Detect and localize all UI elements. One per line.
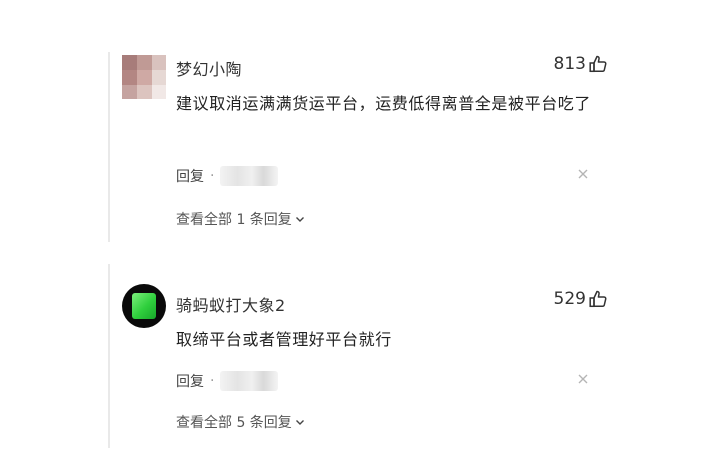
reply-row: 回复 · xyxy=(176,165,608,187)
comment-divider xyxy=(108,264,110,448)
like-count: 529 xyxy=(553,289,586,309)
comment-item: 骑蚂蚁打大象2 529 取缔平台或者管理好平台就行 回复 · 查看全部 5 条回… xyxy=(108,264,608,448)
view-replies-link[interactable]: 查看全部 1 条回复 xyxy=(176,209,306,229)
author-name[interactable]: 梦幻小陶 xyxy=(176,56,242,80)
comment-item: 梦幻小陶 813 建议取消运满满货运平台，运费低得离普全是被平台吃了 回复 · … xyxy=(108,52,608,242)
like-count: 813 xyxy=(553,54,586,74)
like-button[interactable]: 813 xyxy=(554,54,608,74)
comment-body: 取缔平台或者管理好平台就行 xyxy=(176,330,392,349)
view-replies-label: 查看全部 1 条回复 xyxy=(176,212,292,228)
like-button[interactable]: 529 xyxy=(554,289,608,309)
comment-divider xyxy=(108,52,110,242)
blurred-timestamp xyxy=(220,166,279,186)
reply-row: 回复 · xyxy=(176,370,608,392)
close-icon[interactable] xyxy=(576,372,590,386)
view-replies-label: 查看全部 5 条回复 xyxy=(176,415,292,431)
comment-body: 建议取消运满满货运平台，运费低得离普全是被平台吃了 xyxy=(176,94,592,113)
avatar[interactable] xyxy=(122,55,166,99)
reply-button[interactable]: 回复 xyxy=(176,166,204,186)
blurred-timestamp xyxy=(220,371,279,391)
thumbs-up-icon[interactable] xyxy=(588,289,608,309)
thumbs-up-icon[interactable] xyxy=(588,54,608,74)
chevron-down-icon xyxy=(295,420,304,425)
author-name[interactable]: 骑蚂蚁打大象2 xyxy=(176,292,286,316)
close-icon[interactable] xyxy=(576,167,590,181)
comment-list: 梦幻小陶 813 建议取消运满满货运平台，运费低得离普全是被平台吃了 回复 · … xyxy=(0,0,720,457)
separator-dot: · xyxy=(210,373,215,389)
avatar[interactable] xyxy=(122,284,166,328)
view-replies-link[interactable]: 查看全部 5 条回复 xyxy=(176,412,306,432)
reply-button[interactable]: 回复 xyxy=(176,371,204,391)
chevron-down-icon xyxy=(295,217,304,222)
avatar-image xyxy=(132,293,156,319)
separator-dot: · xyxy=(210,168,215,184)
